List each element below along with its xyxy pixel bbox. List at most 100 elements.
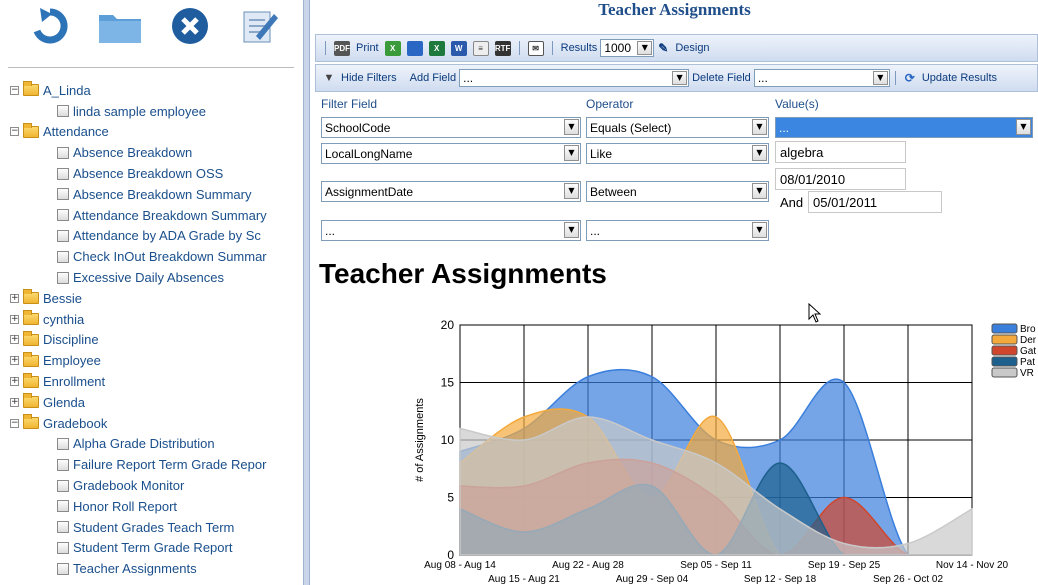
- update-results-button[interactable]: Update Results: [922, 72, 997, 84]
- filter-field-select[interactable]: AssignmentDate ▼: [321, 181, 581, 202]
- report-node[interactable]: Student Term Grade Report: [10, 538, 267, 559]
- operator-select[interactable]: Between ▼: [586, 181, 769, 202]
- report-node[interactable]: Alpha Grade Distribution: [10, 434, 267, 455]
- report-node[interactable]: Check InOut Breakdown Summar: [10, 246, 267, 267]
- folder-icon: [23, 81, 39, 97]
- pdf-print-icon[interactable]: PDF: [334, 40, 350, 56]
- value-select[interactable]: ... ▼: [775, 117, 1033, 138]
- x-tick-label: Aug 15 - Aug 21: [488, 574, 560, 585]
- folder-node[interactable]: + Bessie: [10, 288, 267, 309]
- report-node[interactable]: Excessive Daily Absences: [10, 267, 267, 288]
- close-icon[interactable]: [166, 4, 214, 48]
- report-node[interactable]: linda sample employee: [10, 101, 267, 122]
- results-label: Results: [560, 42, 598, 54]
- report-node[interactable]: Absence Breakdown OSS: [10, 163, 267, 184]
- word-icon[interactable]: W: [450, 40, 467, 56]
- delete-field-select[interactable]: ... ▼: [753, 69, 890, 87]
- value-select-value: ...: [779, 120, 790, 135]
- report-icon: [57, 271, 69, 284]
- operator-value: Like: [590, 146, 613, 161]
- end-date-input[interactable]: 05/01/2011: [808, 191, 942, 213]
- toolbar-divider: [8, 67, 294, 68]
- report-node[interactable]: Absence Breakdown Summary: [10, 184, 267, 205]
- folder-node[interactable]: − Gradebook: [10, 413, 267, 434]
- folder-node[interactable]: − A_Linda: [10, 80, 267, 101]
- legend-label: Bro: [1020, 324, 1036, 335]
- folder-node[interactable]: + Glenda: [10, 392, 267, 413]
- refresh-icon[interactable]: [26, 4, 74, 48]
- tree-label: Absence Breakdown: [73, 145, 193, 161]
- design-button[interactable]: Design: [675, 42, 709, 54]
- operator-select[interactable]: Like ▼: [586, 143, 769, 164]
- folder-node[interactable]: + Enrollment: [10, 371, 267, 392]
- legend-swatch: [991, 356, 1018, 367]
- legend-label: Der: [1020, 335, 1037, 346]
- filter-field-select[interactable]: SchoolCode ▼: [321, 117, 581, 138]
- expand-icon[interactable]: +: [10, 335, 19, 345]
- operator-value: Equals (Select): [590, 120, 672, 135]
- folder-icon[interactable]: [96, 4, 144, 48]
- legend-swatch: [991, 345, 1018, 356]
- hide-filters-button[interactable]: Hide Filters: [341, 72, 397, 84]
- operator-select[interactable]: Equals (Select) ▼: [586, 117, 769, 138]
- excel-icon[interactable]: X: [428, 40, 445, 56]
- report-node[interactable]: Honor Roll Report: [10, 496, 267, 517]
- tree-label: Attendance: [43, 124, 109, 140]
- collapse-icon[interactable]: −: [10, 127, 19, 137]
- folder-node[interactable]: − Attendance: [10, 122, 267, 143]
- add-field-select[interactable]: ... ▼: [459, 69, 690, 87]
- filter-field-select[interactable]: LocalLongName ▼: [321, 143, 581, 164]
- expand-icon[interactable]: +: [10, 356, 19, 366]
- expand-icon[interactable]: +: [10, 293, 19, 303]
- filter-field-select[interactable]: ... ▼: [321, 220, 581, 241]
- expand-icon[interactable]: +: [10, 397, 19, 407]
- collapse-icon[interactable]: −: [10, 85, 19, 95]
- folder-node[interactable]: + Discipline: [10, 330, 267, 351]
- export-chart-icon[interactable]: [406, 40, 423, 56]
- report-icon: [57, 250, 69, 263]
- x-tick-label: Sep 05 - Sep 11: [680, 560, 752, 571]
- folder-node[interactable]: + Employee: [10, 350, 267, 371]
- edit-icon[interactable]: [236, 4, 284, 48]
- start-date-input[interactable]: 08/01/2010: [775, 168, 906, 190]
- delete-field-value: ...: [757, 71, 768, 85]
- y-tick-label: 10: [441, 433, 455, 447]
- filter-toolbar: ▼ Hide Filters Add Field ... ▼ Delete Fie…: [315, 64, 1038, 92]
- filter-panel: Filter Field Operator Value(s) SchoolCod…: [311, 97, 1038, 247]
- report-icon: [57, 229, 69, 242]
- document-icon[interactable]: ≡: [472, 40, 489, 56]
- print-button[interactable]: Print: [356, 42, 379, 54]
- report-node[interactable]: Attendance Breakdown Summary: [10, 205, 267, 226]
- panel-splitter[interactable]: [303, 0, 310, 585]
- y-tick-label: 15: [441, 376, 455, 390]
- expand-icon[interactable]: +: [10, 314, 19, 324]
- report-node[interactable]: Absence Breakdown: [10, 142, 267, 163]
- expand-icon[interactable]: +: [10, 377, 19, 387]
- tree-label: Gradebook Monitor: [73, 478, 185, 494]
- export-excel-icon[interactable]: X: [384, 40, 401, 56]
- report-node[interactable]: Teacher Assignments: [10, 558, 267, 579]
- value-input[interactable]: algebra: [775, 141, 906, 163]
- email-icon[interactable]: ✉: [527, 40, 544, 56]
- report-node[interactable]: Attendance by ADA Grade by Sc: [10, 226, 267, 247]
- report-icon: [57, 458, 69, 471]
- x-tick-label: Aug 29 - Sep 04: [616, 574, 689, 585]
- and-label: And: [780, 195, 804, 210]
- results-select[interactable]: 1000 ▼: [600, 39, 655, 57]
- operator-value: ...: [590, 223, 601, 238]
- report-heading: Teacher Assignments: [319, 258, 607, 289]
- report-node[interactable]: Failure Report Term Grade Repor: [10, 454, 267, 475]
- report-node[interactable]: Gradebook Monitor: [10, 475, 267, 496]
- add-field-label: Add Field: [409, 72, 457, 84]
- tree-label: cynthia: [43, 311, 85, 327]
- operator-select[interactable]: ... ▼: [586, 220, 769, 241]
- folder-node[interactable]: + cynthia: [10, 309, 267, 330]
- toolbar-separator: [325, 41, 326, 55]
- folder-icon: [23, 122, 39, 138]
- collapse-icon[interactable]: −: [10, 418, 19, 428]
- report-node[interactable]: Student Grades Teach Term: [10, 517, 267, 538]
- tree-label: Teacher Assignments: [73, 561, 197, 577]
- rtf-icon[interactable]: RTF: [494, 40, 511, 56]
- tree-label: Glenda: [43, 394, 85, 410]
- report-icon: [57, 146, 69, 159]
